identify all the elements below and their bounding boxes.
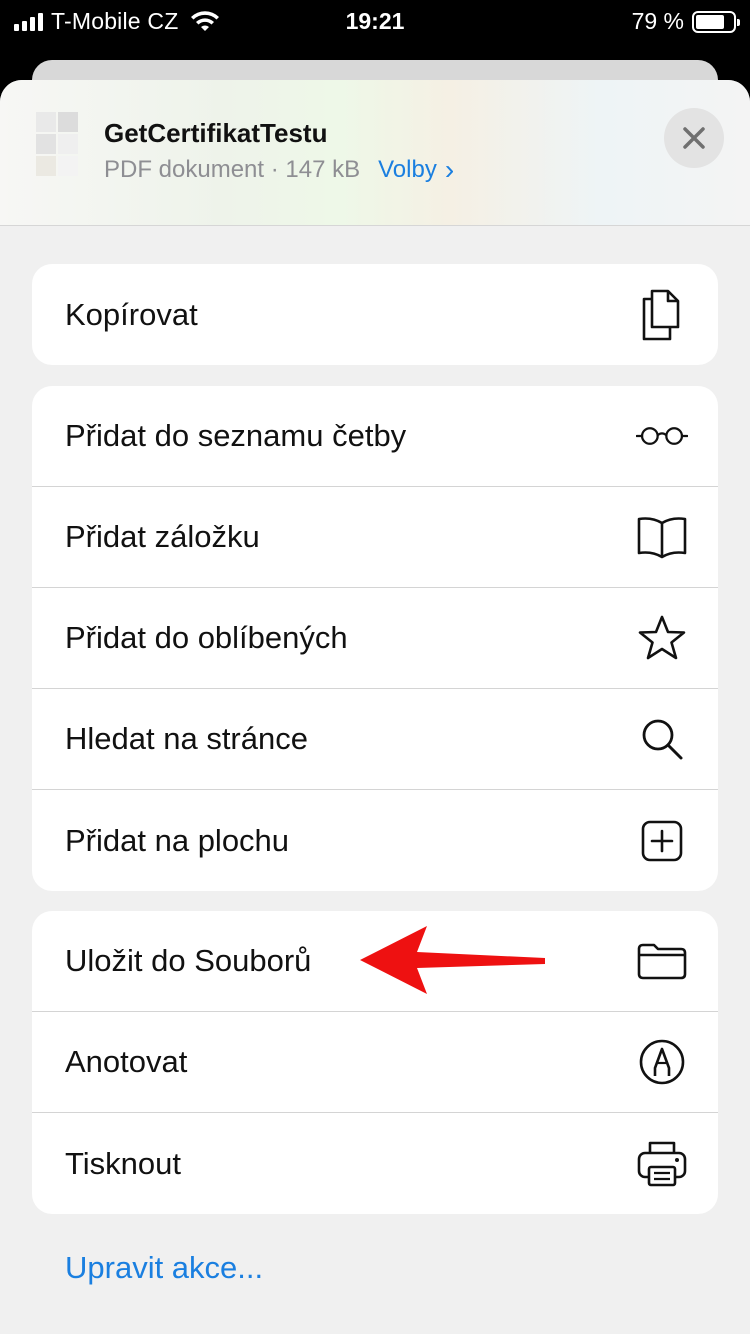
options-label: Volby [378, 156, 437, 183]
search-icon [636, 713, 688, 765]
action-print[interactable]: Tisknout [32, 1113, 718, 1214]
document-meta: PDF dokument · 147 kB [104, 156, 361, 183]
chevron-right-icon: › [444, 154, 455, 185]
action-label: Přidat záložku [65, 519, 260, 554]
share-header: GetCertifikatTestu PDF dokument · 147 kB… [0, 80, 750, 226]
action-label: Tisknout [65, 1145, 182, 1181]
action-label: Anotovat [65, 1044, 188, 1079]
action-group-page: Přidat do seznamu četby Přidat záložku P… [32, 386, 718, 891]
glasses-icon [636, 410, 688, 462]
action-copy[interactable]: Kopírovat [32, 264, 718, 365]
action-group-copy: Kopírovat [32, 264, 718, 365]
battery-percent: 79 % [631, 8, 684, 34]
annotation-arrow [360, 926, 545, 994]
action-label: Přidat na plochu [65, 822, 290, 858]
action-find-on-page[interactable]: Hledat na stránce [32, 689, 718, 790]
action-label: Přidat do seznamu četby [65, 418, 407, 453]
markup-icon [636, 1036, 688, 1088]
action-label: Kopírovat [65, 296, 198, 332]
action-add-bookmark[interactable]: Přidat záložku [32, 487, 718, 588]
star-icon [636, 612, 688, 664]
action-add-favorites[interactable]: Přidat do oblíbených [32, 588, 718, 689]
status-bar: T-Mobile CZ 19:21 79 % [0, 0, 750, 44]
document-title: GetCertifikatTestu [104, 118, 328, 148]
action-label: Přidat do oblíbených [65, 620, 348, 655]
add-square-icon [636, 815, 688, 867]
close-icon [683, 127, 705, 149]
action-reading-list[interactable]: Přidat do seznamu četby [32, 386, 718, 487]
action-label: Uložit do Souborů [65, 943, 312, 978]
document-thumbnail [36, 112, 86, 182]
action-markup[interactable]: Anotovat [32, 1012, 718, 1113]
edit-actions-link[interactable]: Upravit akce... [65, 1250, 263, 1286]
action-label: Hledat na stránce [65, 721, 308, 756]
close-button[interactable] [664, 108, 724, 168]
copy-icon [636, 289, 688, 341]
action-add-to-home[interactable]: Přidat na plochu [32, 790, 718, 891]
book-icon [636, 511, 688, 563]
printer-icon [636, 1138, 688, 1190]
options-link[interactable]: Volby › [378, 156, 454, 184]
battery-icon [692, 10, 740, 33]
folder-icon [636, 935, 688, 987]
